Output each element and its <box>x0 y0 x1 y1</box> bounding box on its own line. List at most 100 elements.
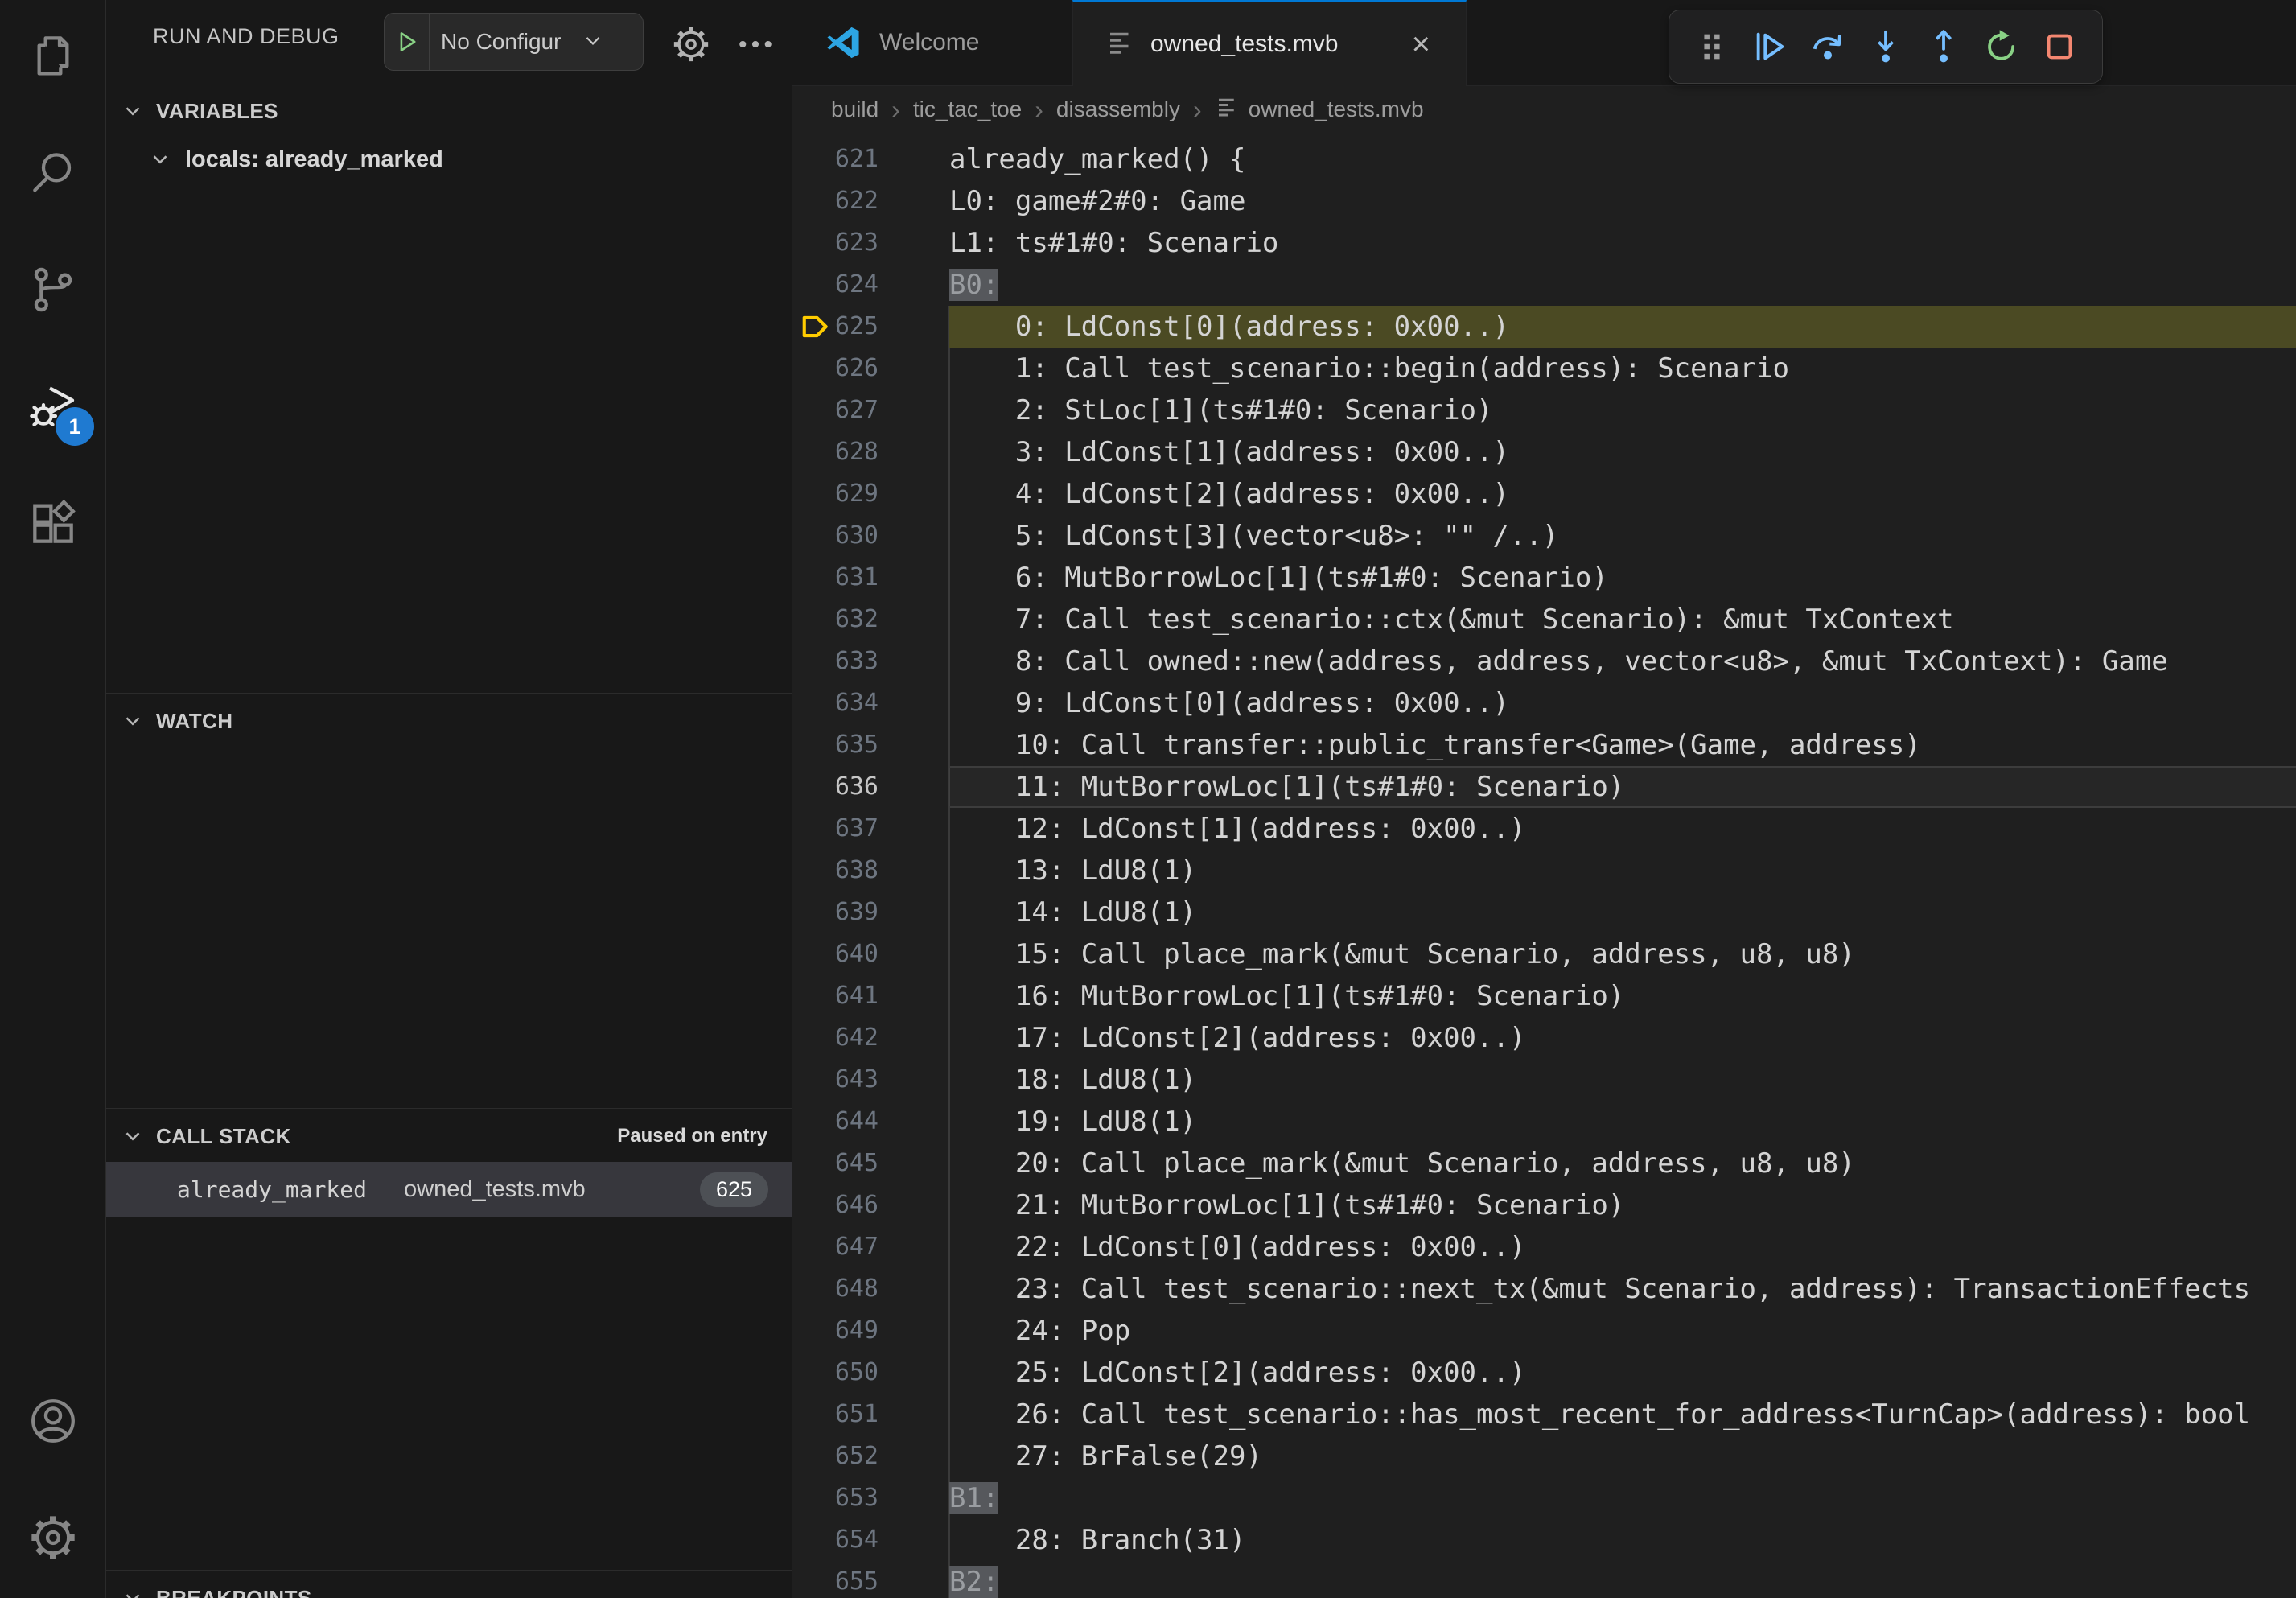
gutter[interactable]: 649 <box>792 1310 949 1352</box>
gutter[interactable]: 644 <box>792 1101 949 1143</box>
gutter[interactable]: 628 <box>792 431 949 473</box>
gutter[interactable]: 626 <box>792 348 949 389</box>
code-line[interactable]: 649 24: Pop <box>792 1310 2296 1352</box>
gutter[interactable]: 646 <box>792 1184 949 1226</box>
code-line[interactable]: 632 7: Call test_scenario::ctx(&mut Scen… <box>792 599 2296 640</box>
toolbar-drag-handle[interactable] <box>1689 23 1735 70</box>
gutter[interactable]: 641 <box>792 975 949 1017</box>
code-line[interactable]: 639 14: LdU8(1) <box>792 892 2296 933</box>
gutter[interactable]: 643 <box>792 1059 949 1101</box>
gutter[interactable]: 650 <box>792 1352 949 1394</box>
code-line[interactable]: 629 4: LdConst[2](address: 0x00..) <box>792 473 2296 515</box>
step-over-button[interactable] <box>1804 23 1851 70</box>
code-line[interactable]: 627 2: StLoc[1](ts#1#0: Scenario) <box>792 389 2296 431</box>
code-line[interactable]: 648 23: Call test_scenario::next_tx(&mut… <box>792 1268 2296 1310</box>
debug-settings-gear-icon[interactable] <box>669 23 713 70</box>
code-line[interactable]: 646 21: MutBorrowLoc[1](ts#1#0: Scenario… <box>792 1184 2296 1226</box>
gutter[interactable]: 655 <box>792 1561 949 1598</box>
sidebar-item-search[interactable] <box>0 117 105 233</box>
launch-configuration-dropdown[interactable]: No Configur <box>384 13 644 71</box>
breadcrumb-item-file[interactable]: owned_tests.mvb <box>1215 95 1424 125</box>
code-line[interactable]: 621 already_marked() { <box>792 138 2296 180</box>
continue-button[interactable] <box>1747 23 1793 70</box>
step-into-button[interactable] <box>1862 23 1909 70</box>
gutter[interactable]: 634 <box>792 682 949 724</box>
code-line[interactable]: 644 19: LdU8(1) <box>792 1101 2296 1143</box>
settings-button[interactable] <box>0 1481 105 1598</box>
gutter[interactable]: 648 <box>792 1268 949 1310</box>
sidebar-item-source-control[interactable] <box>0 233 105 350</box>
gutter[interactable]: 624 <box>792 264 949 306</box>
gutter[interactable]: 627 <box>792 389 949 431</box>
gutter[interactable]: 653 <box>792 1477 949 1519</box>
code-line[interactable]: 631 6: MutBorrowLoc[1](ts#1#0: Scenario) <box>792 557 2296 599</box>
gutter[interactable]: 632 <box>792 599 949 640</box>
code-line[interactable]: 636 11: MutBorrowLoc[1](ts#1#0: Scenario… <box>792 766 2296 808</box>
gutter[interactable]: 631 <box>792 557 949 599</box>
code-line[interactable]: 654 28: Branch(31) <box>792 1519 2296 1561</box>
gutter[interactable]: 625 <box>792 306 949 348</box>
gutter[interactable]: 637 <box>792 808 949 850</box>
sidebar-item-extensions[interactable] <box>0 467 105 583</box>
sidebar-item-explorer[interactable] <box>0 0 105 117</box>
gutter[interactable]: 642 <box>792 1017 949 1059</box>
code-line[interactable]: 623 L1: ts#1#0: Scenario <box>792 222 2296 264</box>
more-actions-icon[interactable] <box>734 23 777 70</box>
code-line[interactable]: 637 12: LdConst[1](address: 0x00..) <box>792 808 2296 850</box>
gutter[interactable]: 621 <box>792 138 949 180</box>
tab-welcome[interactable]: Welcome <box>792 0 1072 85</box>
section-call-stack[interactable]: CALL STACK Paused on entry <box>106 1114 792 1159</box>
variables-scope-locals[interactable]: locals: already_marked <box>106 137 792 182</box>
tab-owned-tests[interactable]: owned_tests.mvb × <box>1072 0 1467 86</box>
code-line[interactable]: 640 15: Call place_mark(&mut Scenario, a… <box>792 933 2296 975</box>
code-line[interactable]: 651 26: Call test_scenario::has_most_rec… <box>792 1394 2296 1435</box>
gutter[interactable]: 633 <box>792 640 949 682</box>
call-stack-frame[interactable]: already_marked owned_tests.mvb 625 <box>106 1162 792 1217</box>
code-line[interactable]: 625 0: LdConst[0](address: 0x00..) <box>792 306 2296 348</box>
gutter[interactable]: 651 <box>792 1394 949 1435</box>
gutter[interactable]: 645 <box>792 1143 949 1184</box>
code-line[interactable]: 630 5: LdConst[3](vector<u8>: "" /..) <box>792 515 2296 557</box>
code-line[interactable]: 622 L0: game#2#0: Game <box>792 180 2296 222</box>
code-line[interactable]: 626 1: Call test_scenario::begin(address… <box>792 348 2296 389</box>
section-breakpoints[interactable]: BREAKPOINTS <box>106 1575 792 1598</box>
code-line[interactable]: 647 22: LdConst[0](address: 0x00..) <box>792 1226 2296 1268</box>
gutter[interactable]: 636 <box>792 766 949 808</box>
code-editor[interactable]: 621 already_marked() { 622 L0: game#2#0:… <box>792 133 2296 1598</box>
gutter[interactable]: 622 <box>792 180 949 222</box>
restart-button[interactable] <box>1978 23 2025 70</box>
code-line[interactable]: 624 B0: <box>792 264 2296 306</box>
section-watch[interactable]: WATCH <box>106 698 792 743</box>
code-line[interactable]: 628 3: LdConst[1](address: 0x00..) <box>792 431 2296 473</box>
stop-button[interactable] <box>2036 23 2083 70</box>
code-line[interactable]: 652 27: BrFalse(29) <box>792 1435 2296 1477</box>
code-line[interactable]: 653 B1: <box>792 1477 2296 1519</box>
close-icon[interactable]: × <box>1409 28 1434 60</box>
gutter[interactable]: 652 <box>792 1435 949 1477</box>
gutter[interactable]: 629 <box>792 473 949 515</box>
code-line[interactable]: 642 17: LdConst[2](address: 0x00..) <box>792 1017 2296 1059</box>
breadcrumb-item[interactable]: tic_tac_toe <box>913 97 1022 122</box>
gutter[interactable]: 654 <box>792 1519 949 1561</box>
breadcrumb-item[interactable]: build <box>831 97 878 122</box>
section-variables[interactable]: VARIABLES <box>106 89 792 134</box>
gutter[interactable]: 638 <box>792 850 949 892</box>
gutter[interactable]: 623 <box>792 222 949 264</box>
code-line[interactable]: 650 25: LdConst[2](address: 0x00..) <box>792 1352 2296 1394</box>
sidebar-item-run-and-debug[interactable]: 1 <box>0 350 105 467</box>
step-out-button[interactable] <box>1920 23 1967 70</box>
start-debug-icon[interactable] <box>385 14 430 70</box>
account-button[interactable] <box>0 1365 105 1481</box>
code-line[interactable]: 634 9: LdConst[0](address: 0x00..) <box>792 682 2296 724</box>
code-line[interactable]: 633 8: Call owned::new(address, address,… <box>792 640 2296 682</box>
gutter[interactable]: 647 <box>792 1226 949 1268</box>
code-line[interactable]: 643 18: LdU8(1) <box>792 1059 2296 1101</box>
breadcrumb-item[interactable]: disassembly <box>1056 97 1180 122</box>
code-line[interactable]: 638 13: LdU8(1) <box>792 850 2296 892</box>
gutter[interactable]: 635 <box>792 724 949 766</box>
code-line[interactable]: 655 B2: <box>792 1561 2296 1598</box>
gutter[interactable]: 639 <box>792 892 949 933</box>
code-line[interactable]: 641 16: MutBorrowLoc[1](ts#1#0: Scenario… <box>792 975 2296 1017</box>
gutter[interactable]: 630 <box>792 515 949 557</box>
code-line[interactable]: 645 20: Call place_mark(&mut Scenario, a… <box>792 1143 2296 1184</box>
